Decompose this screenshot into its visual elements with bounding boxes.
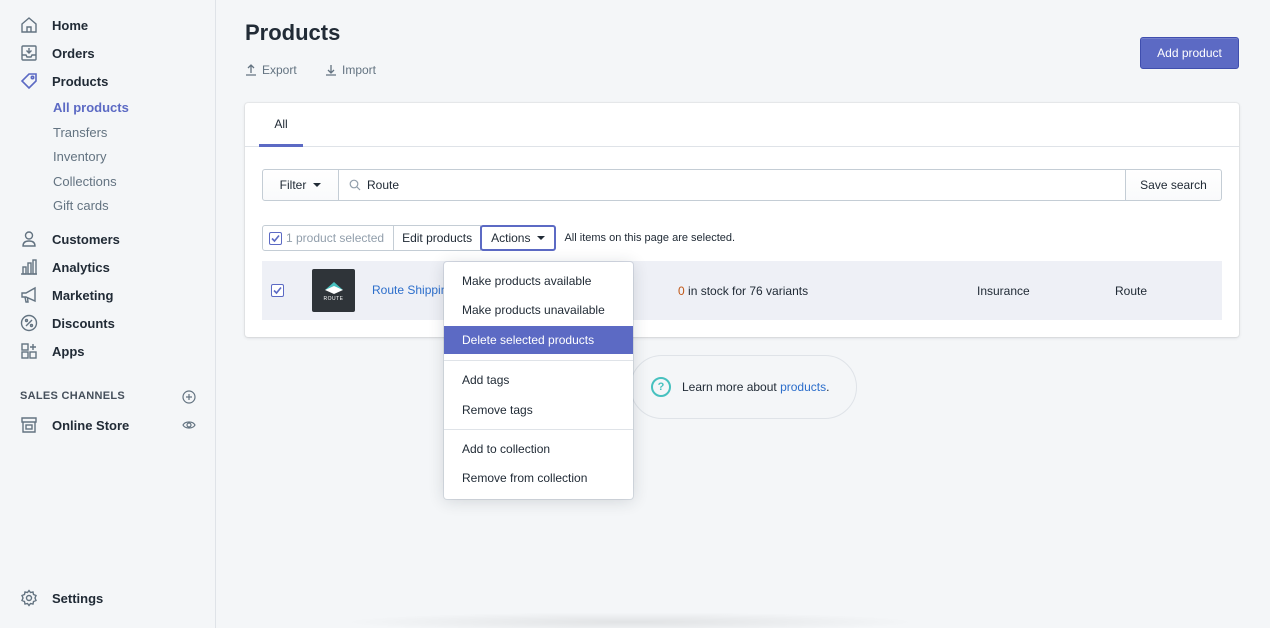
bulk-actions-bar: 1 product selected Edit products Actions… [262, 225, 735, 251]
sidebar: Home Orders Products All products Transf… [0, 0, 216, 628]
sidebar-item-label: Orders [52, 45, 95, 61]
sidebar-sub-all-products[interactable]: All products [53, 99, 129, 117]
page-title: Products [245, 20, 341, 45]
sidebar-item-analytics[interactable]: Analytics [20, 256, 110, 278]
actions-label: Actions [491, 231, 531, 245]
products-help-link[interactable]: products [780, 380, 826, 394]
import-button[interactable]: Import [325, 63, 376, 77]
sidebar-item-home[interactable]: Home [20, 14, 88, 36]
sidebar-item-apps[interactable]: Apps [20, 340, 85, 362]
menu-item-make-available[interactable]: Make products available [444, 267, 633, 295]
sidebar-item-online-store[interactable]: Online Store [20, 414, 129, 436]
menu-item-add-to-collection[interactable]: Add to collection [444, 435, 633, 463]
person-icon [20, 230, 38, 248]
help-prefix: Learn more about [682, 380, 781, 394]
save-search-button[interactable]: Save search [1126, 169, 1222, 201]
apps-icon [20, 342, 38, 360]
checkbox-checked-icon [269, 231, 282, 245]
export-label: Export [262, 63, 297, 77]
selection-note: All items on this page are selected. [564, 232, 736, 244]
view-store-eye-icon[interactable] [182, 418, 196, 432]
actions-button[interactable]: Actions [480, 225, 557, 251]
route-logo-icon [324, 281, 343, 294]
sidebar-item-label: Analytics [52, 259, 110, 275]
stock-rest: in stock for 76 variants [684, 284, 809, 298]
tab-all[interactable]: All [259, 103, 303, 147]
bar-chart-icon [20, 258, 38, 276]
edit-products-button[interactable]: Edit products [394, 225, 482, 251]
orders-icon [20, 44, 38, 62]
menu-item-delete-selected[interactable]: Delete selected products [444, 326, 633, 354]
product-type: Insurance [977, 284, 1030, 298]
question-circle-icon: ? [651, 377, 671, 397]
sidebar-item-products[interactable]: Products [20, 70, 108, 92]
menu-item-make-unavailable[interactable]: Make products unavailable [444, 296, 633, 324]
store-icon [20, 416, 38, 434]
sidebar-item-orders[interactable]: Orders [20, 42, 95, 64]
product-thumbnail: ROUTE [312, 269, 355, 312]
home-icon [20, 16, 38, 34]
bottom-shadow [340, 612, 920, 628]
export-icon [246, 64, 256, 76]
help-text: Learn more about products. [682, 380, 829, 394]
sidebar-item-label: Marketing [52, 287, 114, 303]
add-channel-icon[interactable] [182, 390, 196, 404]
thumb-logo-text: ROUTE [323, 295, 344, 302]
filter-bar: Filter Route Save search [262, 169, 1222, 201]
caret-down-icon [537, 236, 546, 240]
megaphone-icon [20, 286, 38, 304]
sidebar-item-label: Online Store [52, 417, 130, 433]
menu-divider [444, 360, 633, 361]
products-card: All Filter Route Save search 1 product s… [245, 103, 1239, 337]
stock-zero: 0 [678, 284, 685, 298]
filter-label: Filter [279, 178, 307, 192]
export-button[interactable]: Export [245, 63, 297, 77]
product-vendor: Route [1115, 284, 1148, 298]
sidebar-item-settings[interactable]: Settings [20, 587, 103, 609]
sidebar-sub-transfers[interactable]: Transfers [53, 124, 107, 142]
caret-down-icon [313, 183, 322, 187]
sidebar-sub-inventory[interactable]: Inventory [53, 148, 106, 166]
product-stock: 0 in stock for 76 variants [678, 284, 808, 298]
sidebar-item-label: Discounts [52, 315, 115, 331]
help-suffix: . [826, 380, 830, 394]
menu-item-add-tags[interactable]: Add tags [444, 366, 633, 394]
row-checkbox[interactable] [271, 284, 284, 297]
select-all-checkbox[interactable]: 1 product selected [262, 225, 395, 251]
sidebar-item-label: Customers [52, 231, 120, 247]
help-footer: ? Learn more about products. [630, 355, 857, 419]
sidebar-item-customers[interactable]: Customers [20, 228, 120, 250]
discount-icon [20, 314, 38, 332]
import-icon [326, 65, 336, 76]
search-input[interactable]: Route [339, 169, 1126, 201]
menu-item-remove-from-collection[interactable]: Remove from collection [444, 464, 633, 492]
add-product-button[interactable]: Add product [1140, 37, 1239, 69]
filter-button[interactable]: Filter [262, 169, 339, 201]
tag-icon [20, 72, 38, 90]
sidebar-item-label: Settings [52, 590, 104, 606]
sidebar-item-discounts[interactable]: Discounts [20, 312, 115, 334]
gear-icon [20, 589, 38, 607]
selected-count-label: 1 product selected [286, 231, 385, 245]
sidebar-item-marketing[interactable]: Marketing [20, 284, 113, 306]
actions-menu: Make products available Make products un… [444, 262, 633, 499]
sidebar-item-label: Products [52, 73, 109, 89]
sidebar-sub-collections[interactable]: Collections [53, 173, 117, 191]
sales-channels-label: SALES CHANNELS [20, 390, 126, 402]
tab-bar: All [245, 103, 1239, 147]
sidebar-item-label: Home [52, 17, 89, 33]
search-icon [349, 179, 361, 191]
search-value: Route [367, 178, 400, 192]
sidebar-sub-gift-cards[interactable]: Gift cards [53, 197, 109, 215]
menu-divider [444, 429, 633, 430]
import-label: Import [342, 63, 377, 77]
product-name-link[interactable]: Route Shipping Insurance [372, 283, 445, 297]
table-row[interactable]: ROUTE Route Shipping Insurance 0 in stoc… [262, 261, 1222, 320]
sidebar-item-label: Apps [52, 343, 85, 359]
menu-item-remove-tags[interactable]: Remove tags [444, 396, 633, 424]
